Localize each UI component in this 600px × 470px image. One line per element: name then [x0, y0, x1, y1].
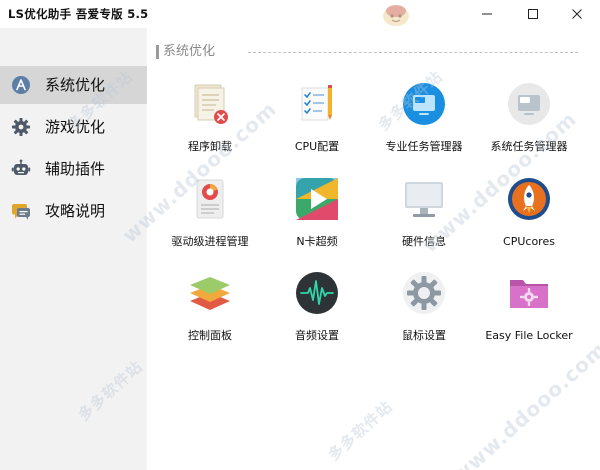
- sidebar-item-label: 辅助插件: [45, 160, 106, 178]
- tile-easy-file-locker[interactable]: Easy File Locker: [476, 271, 582, 357]
- tile-uninstall[interactable]: 程序卸载: [157, 82, 263, 168]
- title-bar[interactable]: LS优化助手 吾爱专版 5.5: [0, 0, 600, 28]
- tile-label: 硬件信息: [402, 235, 446, 248]
- sidebar-item-label: 游戏优化: [45, 118, 106, 136]
- watermark-text: 多多软件站: [324, 397, 397, 465]
- audio-wave-icon: [296, 272, 338, 314]
- monitor-icon: [405, 182, 443, 217]
- maximize-button[interactable]: [510, 0, 556, 28]
- tile-label: 鼠标设置: [402, 329, 446, 342]
- system-optimize-icon: [12, 76, 30, 94]
- system-task-manager-icon: [508, 83, 550, 125]
- tile-label: Easy File Locker: [485, 329, 573, 342]
- nvidia-overclock-icon: [296, 178, 338, 220]
- tile-mouse-settings[interactable]: 鼠标设置: [371, 271, 477, 357]
- robot-icon: [11, 159, 31, 175]
- uninstall-icon: [194, 84, 228, 124]
- minimize-icon: [482, 13, 492, 15]
- tile-cpucores[interactable]: CPUcores: [476, 177, 582, 263]
- close-icon: [572, 9, 582, 19]
- rocket-icon: [508, 178, 550, 220]
- pro-task-manager-icon: [403, 83, 445, 125]
- tile-label: 驱动级进程管理: [171, 235, 249, 248]
- tile-label: 控制面板: [188, 329, 232, 342]
- gear-icon: [12, 118, 30, 136]
- section-header: 系统优化: [156, 42, 580, 62]
- tile-label: 音频设置: [295, 329, 339, 342]
- driver-process-icon: [196, 179, 224, 219]
- section-divider: [248, 52, 578, 53]
- tile-pro-task-manager[interactable]: 专业任务管理器: [371, 82, 477, 168]
- sidebar-item-label: 系统优化: [45, 76, 106, 94]
- gear-icon: [403, 272, 445, 314]
- tile-label: 程序卸载: [188, 140, 232, 153]
- sidebar-item-game-optimize[interactable]: 游戏优化: [0, 108, 147, 146]
- tile-nvidia-overclock[interactable]: N卡超频: [264, 177, 370, 263]
- chat-bubble-icon: [12, 204, 30, 220]
- tile-label: 专业任务管理器: [385, 140, 463, 153]
- tile-driver-process[interactable]: 驱动级进程管理: [157, 177, 263, 263]
- tile-audio-settings[interactable]: 音频设置: [264, 271, 370, 357]
- minimize-button[interactable]: [464, 0, 510, 28]
- tile-label: CPUcores: [503, 235, 555, 248]
- tile-label: 系统任务管理器: [490, 140, 568, 153]
- tile-system-task-manager[interactable]: 系统任务管理器: [476, 82, 582, 168]
- maximize-icon: [528, 9, 538, 19]
- tile-hardware-info[interactable]: 硬件信息: [371, 177, 477, 263]
- sidebar-item-system-optimize[interactable]: 系统优化: [0, 66, 147, 104]
- sidebar: 系统优化 游戏优化 辅助插件 攻略说明: [0, 28, 147, 470]
- tile-cpu-config[interactable]: CPU配置: [264, 82, 370, 168]
- cpu-config-icon: [301, 85, 332, 121]
- tile-label: N卡超频: [296, 235, 338, 248]
- close-button[interactable]: [554, 0, 600, 28]
- section-accent-bar: [156, 45, 159, 59]
- mascot-icon: [383, 5, 409, 26]
- sidebar-item-plugins[interactable]: 辅助插件: [0, 150, 147, 188]
- layers-icon: [190, 277, 230, 310]
- tile-control-panel[interactable]: 控制面板: [157, 271, 263, 357]
- sidebar-item-label: 攻略说明: [45, 202, 106, 220]
- folder-lock-icon: [510, 280, 548, 308]
- tile-label: CPU配置: [294, 140, 340, 153]
- section-title: 系统优化: [163, 44, 216, 59]
- sidebar-item-guide[interactable]: 攻略说明: [0, 192, 147, 230]
- app-title: LS优化助手 吾爱专版 5.5: [8, 7, 149, 21]
